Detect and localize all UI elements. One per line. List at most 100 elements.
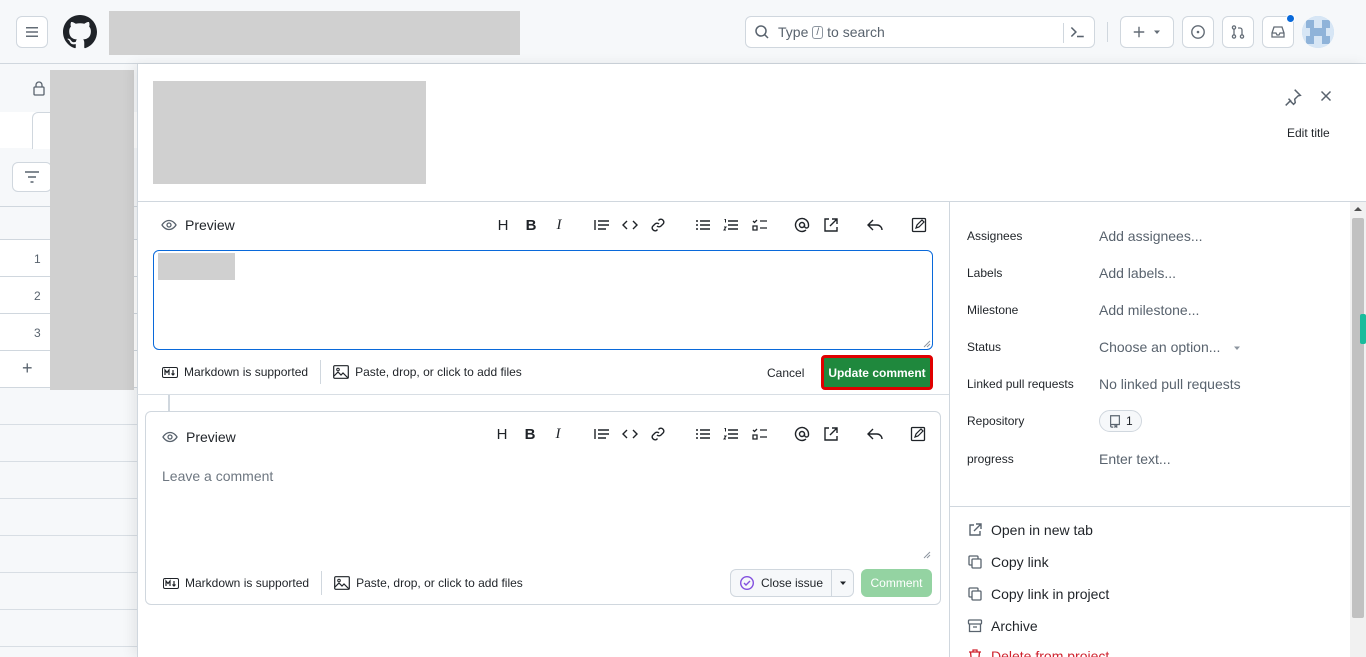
hamburger-menu-button[interactable] (16, 16, 48, 48)
header-divider (1107, 22, 1108, 42)
add-item-plus[interactable]: + (22, 358, 33, 379)
filter-icon (25, 171, 39, 183)
assignees-value[interactable]: Add assignees... (1099, 228, 1203, 244)
issue-closed-icon (739, 575, 755, 591)
bold-icon: B (525, 216, 537, 234)
avatar[interactable] (1302, 16, 1334, 48)
edit-comment-textarea[interactable] (153, 250, 933, 350)
delete-from-project-label: Delete from project (991, 648, 1110, 657)
copy-link-in-project-button[interactable]: Copy link in project (967, 586, 1109, 602)
comment-button[interactable]: Comment (861, 569, 932, 597)
bulleted-list-button[interactable] (693, 215, 713, 235)
code-button[interactable] (620, 215, 640, 235)
issues-button[interactable] (1182, 16, 1214, 48)
cancel-button[interactable]: Cancel (767, 366, 804, 380)
numbered-list-button[interactable] (721, 424, 741, 444)
scrollbar-thumb[interactable] (1352, 218, 1364, 618)
search-shortcut-key: / (812, 25, 824, 39)
tasklist-icon (752, 428, 767, 440)
saved-reply-button[interactable] (865, 424, 885, 444)
cross-reference-icon (824, 218, 838, 232)
tasklist-icon (752, 219, 767, 231)
copy-icon (968, 555, 982, 569)
delete-from-project-button[interactable]: Delete from project (967, 648, 1109, 657)
edit-title-link[interactable]: Edit title (1287, 126, 1330, 140)
archive-button[interactable]: Archive (967, 618, 1038, 634)
inbox-icon (1271, 26, 1285, 38)
command-palette-icon[interactable] (1068, 23, 1086, 41)
task-list-button[interactable] (750, 215, 770, 235)
preview-tab[interactable]: Preview (162, 429, 236, 445)
reply-icon (867, 219, 883, 231)
footer-divider (320, 360, 322, 384)
link-button[interactable] (648, 424, 668, 444)
heading-button[interactable]: H (492, 424, 512, 444)
pin-icon[interactable] (1284, 88, 1302, 106)
labels-value[interactable]: Add labels... (1099, 265, 1176, 281)
milestone-value[interactable]: Add milestone... (1099, 302, 1199, 318)
update-comment-button[interactable]: Update comment (821, 355, 933, 390)
notification-dot (1286, 14, 1295, 23)
scroll-position-marker (1360, 314, 1366, 344)
fullscreen-button[interactable] (908, 424, 928, 444)
quote-button[interactable] (592, 424, 612, 444)
mention-button[interactable] (792, 424, 812, 444)
task-list-button[interactable] (750, 424, 770, 444)
new-comment-textarea[interactable]: Leave a comment (154, 460, 932, 560)
preview-tab[interactable]: Preview (161, 217, 235, 233)
field-label-assignees: Assignees (967, 229, 1023, 243)
close-issue-button[interactable]: Close issue (731, 570, 833, 596)
markdown-supported-link[interactable]: Markdown is supported (163, 576, 309, 590)
heading-button[interactable]: H (493, 215, 513, 235)
open-in-new-tab-link[interactable]: Open in new tab (967, 522, 1093, 538)
close-icon[interactable] (1318, 88, 1334, 104)
triangle-down-icon (1234, 346, 1241, 351)
add-files-button[interactable]: Paste, drop, or click to add files (333, 365, 522, 379)
eye-icon (162, 431, 178, 443)
link-button[interactable] (648, 215, 668, 235)
copy-link-button[interactable]: Copy link (967, 554, 1049, 570)
bold-button[interactable]: B (521, 215, 541, 235)
row-number: 2 (34, 289, 41, 303)
create-new-button[interactable] (1120, 16, 1174, 48)
italic-button[interactable]: I (548, 424, 568, 444)
filter-button[interactable] (12, 162, 52, 192)
mention-icon (794, 426, 810, 442)
add-files-label: Paste, drop, or click to add files (356, 576, 523, 590)
progress-value[interactable]: Enter text... (1099, 451, 1171, 467)
reference-button[interactable] (821, 215, 841, 235)
bold-button[interactable]: B (520, 424, 540, 444)
repository-badge[interactable]: 1 (1099, 410, 1142, 432)
numbered-list-button[interactable] (721, 215, 741, 235)
markdown-supported-link[interactable]: Markdown is supported (162, 365, 308, 379)
code-button[interactable] (620, 424, 640, 444)
italic-button[interactable]: I (549, 215, 569, 235)
github-logo-icon[interactable] (63, 15, 97, 49)
new-editor-footer: Markdown is supported Paste, drop, or cl… (163, 571, 523, 595)
code-icon (622, 220, 638, 230)
quote-icon (594, 429, 609, 439)
fullscreen-button[interactable] (909, 215, 929, 235)
search-input[interactable]: Type / to search (745, 16, 1095, 48)
saved-reply-button[interactable] (865, 215, 885, 235)
add-files-button[interactable]: Paste, drop, or click to add files (334, 576, 523, 590)
footer-divider (321, 571, 323, 595)
quote-button[interactable] (592, 215, 612, 235)
resize-handle-icon[interactable] (923, 551, 931, 559)
bulleted-list-button[interactable] (693, 424, 713, 444)
pull-requests-button[interactable] (1222, 16, 1254, 48)
cross-reference-icon (824, 427, 838, 441)
repo-icon (1110, 415, 1120, 428)
resize-handle-icon[interactable] (923, 340, 931, 348)
redacted-comment-text (158, 253, 235, 280)
menu-icon (26, 27, 38, 37)
lock-icon (33, 81, 45, 96)
reference-button[interactable] (821, 424, 841, 444)
close-issue-dropdown[interactable] (832, 570, 853, 596)
search-placeholder-pre: Type (778, 24, 809, 40)
status-select[interactable]: Choose an option... (1099, 339, 1242, 355)
linked-prs-value: No linked pull requests (1099, 376, 1241, 392)
edit-comment-editor: Preview H B I Markdown is supported Past… (145, 203, 941, 395)
mention-button[interactable] (792, 215, 812, 235)
scroll-up-arrow-icon[interactable] (1353, 205, 1363, 213)
